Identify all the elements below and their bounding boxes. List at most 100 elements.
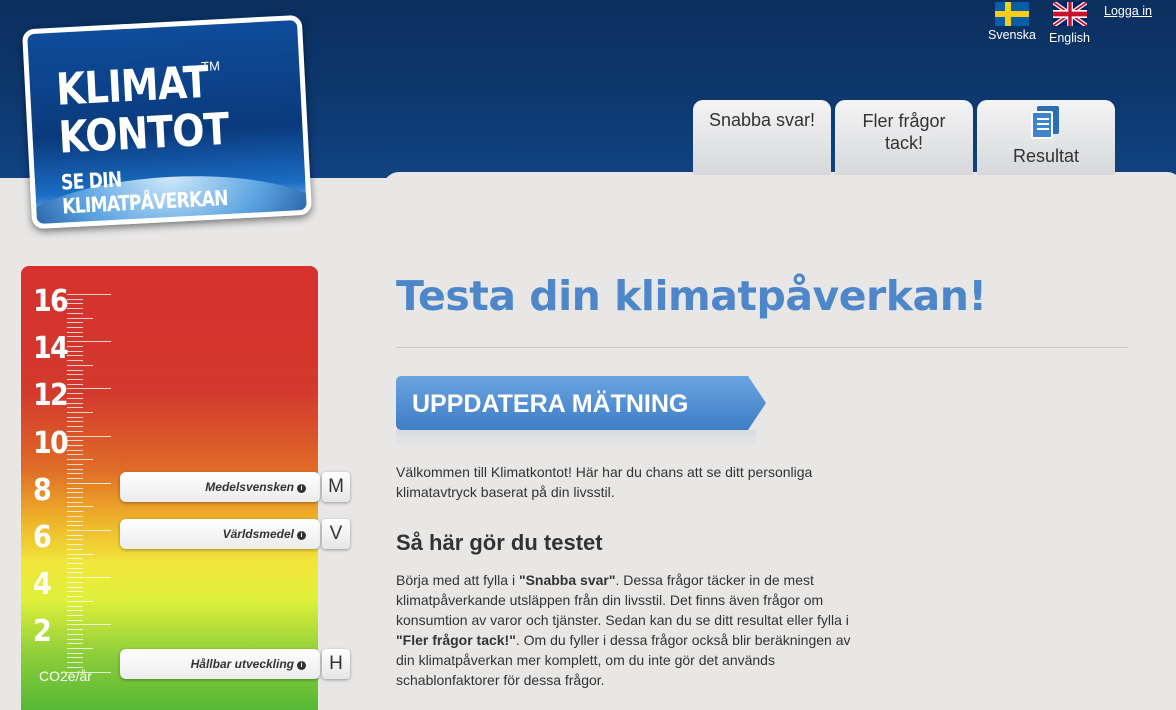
marker-label[interactable]: Hållbar utveckling i <box>120 649 320 679</box>
meter-tick <box>67 303 83 305</box>
meter-marker-v[interactable]: Världsmedel i V <box>120 519 350 549</box>
meter-tick <box>67 577 111 579</box>
meter-scale-label: 8 <box>33 472 52 508</box>
tab-label: Fler frågor tack! <box>862 111 946 153</box>
meter-tick <box>67 459 93 461</box>
meter-tick <box>67 407 83 409</box>
snabba-svar-reference: "Snabba svar" <box>518 572 616 588</box>
meter-tick <box>67 496 83 498</box>
meter-tick <box>67 402 83 404</box>
marker-letter: H <box>322 649 350 679</box>
fler-fragor-reference: "Fler frågor tack!" <box>396 632 516 648</box>
meter-tick <box>67 525 83 527</box>
meter-tick <box>67 397 83 399</box>
document-icon <box>1031 106 1061 140</box>
meter-tick <box>67 327 83 329</box>
meter-tick <box>67 435 111 437</box>
meter-tick <box>67 355 83 357</box>
meter-tick <box>67 454 83 456</box>
howto-heading: Så här gör du testet <box>396 530 603 555</box>
meter-tick <box>67 298 83 300</box>
meter-tick <box>67 610 83 612</box>
meter-scale-label: 16 <box>33 284 69 319</box>
meter-tick <box>67 312 83 314</box>
update-measurement-button[interactable]: UPPDATERA MÄTNING <box>396 376 766 430</box>
info-icon[interactable]: i <box>297 531 306 540</box>
button-reflection <box>396 430 756 446</box>
info-icon[interactable]: i <box>297 484 306 493</box>
meter-tick <box>67 487 83 489</box>
meter-scale-label: 6 <box>33 520 52 555</box>
howto-text: Börja med att fylla i "Snabba svar". Des… <box>396 572 851 688</box>
meter-tick <box>67 643 83 645</box>
language-label-svenska[interactable]: Svenska <box>988 28 1036 42</box>
page-title: Testa din klimatpåverkan! <box>396 272 987 320</box>
meter-tick <box>67 336 83 338</box>
marker-label[interactable]: Medelsvensken i <box>120 472 320 502</box>
title-divider <box>396 347 1128 348</box>
meter-tick <box>67 638 83 640</box>
tab-snabba-svar[interactable]: Snabba svar! <box>693 100 831 175</box>
marker-label-text: Medelsvensken <box>205 480 294 494</box>
meter-tick <box>67 388 111 390</box>
meter-tick <box>67 572 83 574</box>
meter-scale-label: 14 <box>33 331 69 367</box>
meter-tick <box>67 596 83 598</box>
meter-tick <box>67 600 93 602</box>
marker-letter: M <box>322 472 350 502</box>
meter-tick <box>67 633 83 635</box>
meter-tick <box>67 652 83 654</box>
language-english[interactable]: English <box>1049 0 1090 45</box>
marker-label[interactable]: Världsmedel i <box>120 519 320 549</box>
uk-flag-icon[interactable] <box>1051 0 1088 29</box>
meter-tick <box>67 430 83 432</box>
meter-tick <box>67 629 83 631</box>
meter-scale-label: 12 <box>33 378 69 414</box>
language-label-english[interactable]: English <box>1049 31 1090 45</box>
meter-tick <box>67 553 93 555</box>
meter-tick <box>67 567 83 569</box>
meter-tick <box>67 369 83 371</box>
meter-tick <box>67 412 93 413</box>
meter-tick <box>67 426 83 428</box>
meter-tick <box>67 294 111 295</box>
meter-tick <box>67 378 83 380</box>
update-measurement-label: UPPDATERA MÄTNING <box>412 390 689 418</box>
marker-label-text: Hållbar utveckling <box>190 657 294 671</box>
meter-tick <box>67 511 83 513</box>
meter-marker-m[interactable]: Medelsvensken i M <box>120 472 350 502</box>
intro-text: Välkommen till Klimatkontot! Här har du … <box>396 464 813 500</box>
meter-tick <box>67 341 111 343</box>
meter-tick <box>67 421 83 423</box>
meter-tick <box>67 449 83 451</box>
marker-letter: V <box>322 519 350 549</box>
logo-trademark: TM <box>200 58 221 75</box>
meter-tick <box>67 648 93 649</box>
meter-scale-label: 4 <box>33 567 52 603</box>
meter-tick <box>67 440 83 442</box>
meter-tick-marks <box>67 294 111 674</box>
meter-tick <box>67 473 83 475</box>
meter-tick <box>67 374 83 376</box>
klimatkontot-logo[interactable]: KLIMAT TM KONTOT SE DIN KLIMATPÅVERKAN <box>21 14 313 230</box>
logo-text-line2: KONTOT <box>57 103 230 164</box>
meter-tick <box>67 539 83 541</box>
tab-label: Resultat <box>1012 146 1080 166</box>
meter-tick <box>67 563 83 565</box>
meter-tick <box>67 548 83 550</box>
meter-tick <box>67 345 83 347</box>
language-svenska[interactable]: Svenska <box>988 0 1036 42</box>
info-icon[interactable]: i <box>297 661 306 670</box>
meter-tick <box>67 619 83 621</box>
meter-tick <box>67 463 83 465</box>
meter-tick <box>67 506 93 508</box>
login-link[interactable]: Logga in <box>1104 4 1152 18</box>
meter-tick <box>67 331 83 333</box>
swedish-flag-icon[interactable] <box>994 2 1029 26</box>
tab-fler-fragor[interactable]: Fler frågor tack! <box>835 100 973 175</box>
meter-tick <box>67 591 83 593</box>
meter-tick <box>67 317 93 319</box>
meter-tick <box>67 534 83 536</box>
meter-marker-h[interactable]: Hållbar utveckling i H <box>120 649 350 679</box>
tab-resultat[interactable]: Resultat <box>977 100 1115 175</box>
